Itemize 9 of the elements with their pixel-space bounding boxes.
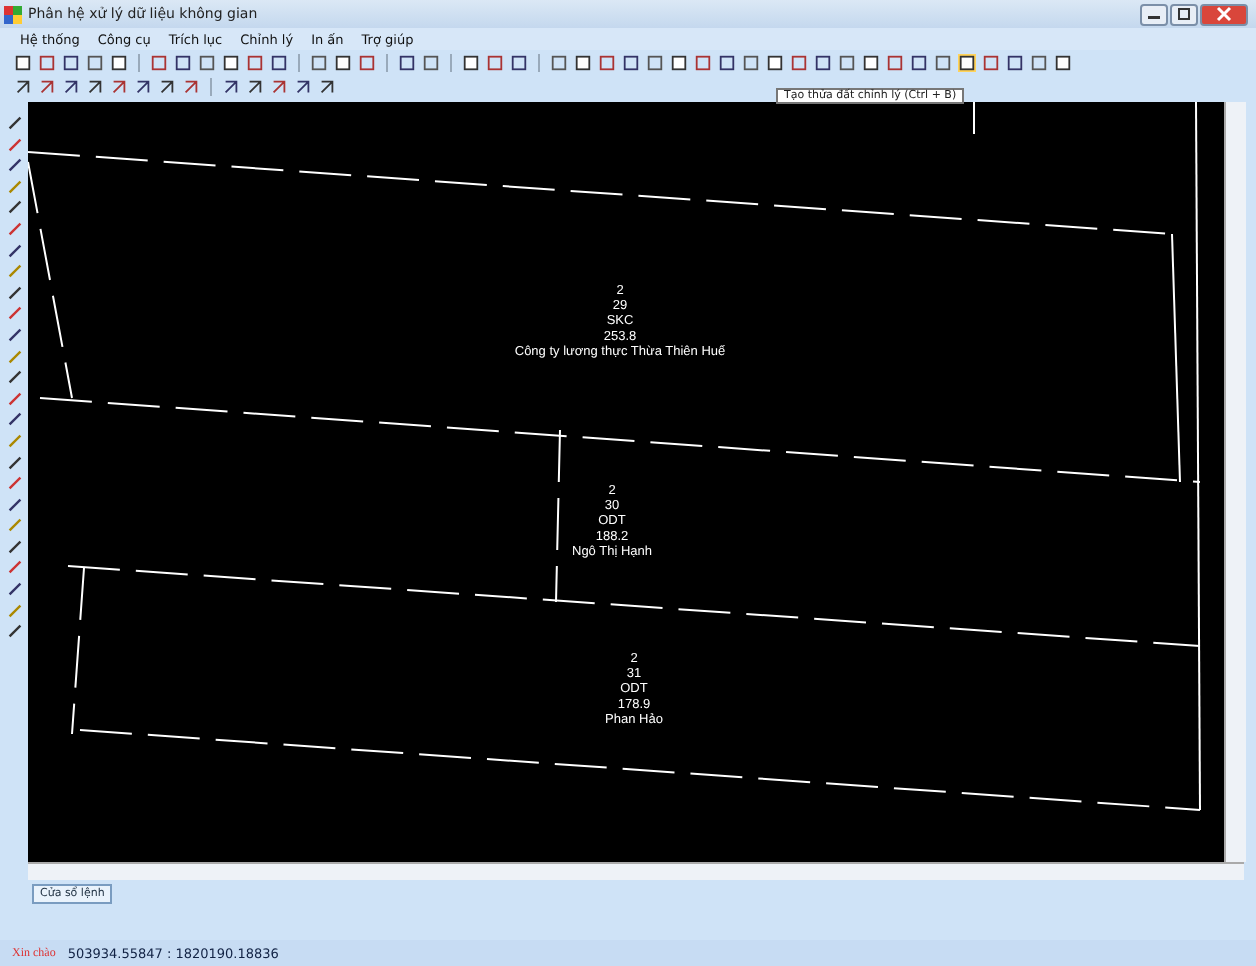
close-icon <box>1216 6 1232 22</box>
horizontal-scrollbar[interactable] <box>28 862 1244 880</box>
vertical-scrollbar[interactable] <box>1224 102 1246 862</box>
square-icon[interactable] <box>574 53 592 71</box>
maximize-button[interactable] <box>1170 3 1198 25</box>
close-button[interactable] <box>1200 3 1248 25</box>
minimize-button[interactable] <box>1140 3 1168 25</box>
maximize-icon <box>1176 6 1192 22</box>
app-icon <box>4 5 22 23</box>
